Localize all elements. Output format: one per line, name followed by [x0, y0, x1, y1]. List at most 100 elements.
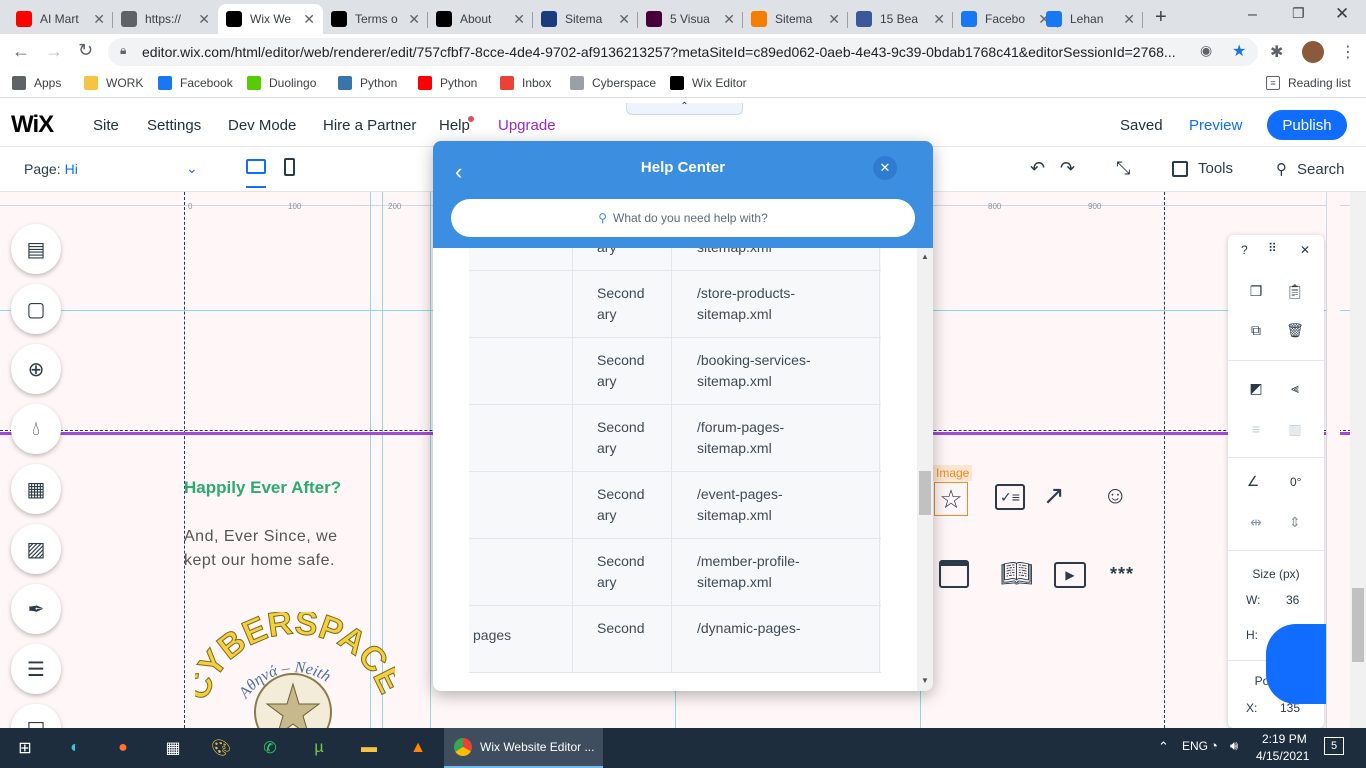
chat-bubble-button[interactable]: [1266, 624, 1326, 704]
chevron-down-icon[interactable]: ⌄: [186, 160, 198, 177]
paste-icon[interactable]: 📋︎: [1284, 280, 1306, 302]
paint-icon[interactable]: 🎨︎: [206, 734, 236, 762]
tab-close-icon[interactable]: ✕: [303, 11, 315, 28]
tab-close-icon[interactable]: ✕: [933, 11, 945, 28]
taskbar-chrome-window[interactable]: Wix Website Editor ...: [444, 728, 603, 768]
reload-icon[interactable]: ↻: [78, 40, 93, 61]
edge-icon[interactable]: ◐: [60, 734, 90, 762]
tab-close-icon[interactable]: ✕: [618, 11, 630, 28]
page-scroll-thumb[interactable]: [1352, 588, 1364, 662]
wix-logo[interactable]: WiX: [11, 111, 54, 139]
section-heading[interactable]: Happily Ever After?: [184, 478, 341, 498]
bookmark-item[interactable]: Duolingo: [247, 76, 316, 90]
bookmark-item[interactable]: Apps: [12, 76, 61, 90]
distribute-icon[interactable]: ≡: [1245, 418, 1267, 440]
rotation-value[interactable]: 0°: [1290, 475, 1301, 489]
browser-tab[interactable]: Terms o ✕: [323, 4, 428, 34]
browser-tab[interactable]: 5 Visua ✕: [638, 4, 743, 34]
bookmark-item[interactable]: Cyberspace: [570, 76, 656, 90]
avatar[interactable]: [1302, 41, 1324, 63]
zoom-out-icon[interactable]: ⤡: [1116, 158, 1130, 179]
browser-tab[interactable]: https:// ✕: [113, 4, 218, 34]
wifi-icon[interactable]: ◔: [1210, 738, 1218, 753]
close-icon[interactable]: ✕: [873, 156, 897, 180]
browser-tab[interactable]: About ✕: [428, 4, 533, 34]
tab-close-icon[interactable]: ✕: [828, 11, 840, 28]
section-body-text[interactable]: And, Ever Since, we kept our home safe.: [184, 525, 374, 573]
tab-close-icon[interactable]: ✕: [198, 11, 210, 28]
windows-start-icon[interactable]: ⊞: [10, 734, 40, 762]
copy-icon[interactable]: ❐: [1245, 280, 1267, 302]
flip-vertical-icon[interactable]: ⇕: [1284, 511, 1306, 533]
match-size-icon[interactable]: ▥: [1284, 418, 1306, 440]
menu-help[interactable]: Help: [439, 117, 470, 134]
bookmark-item[interactable]: Wix Editor: [670, 76, 747, 90]
duplicate-icon[interactable]: ⧉: [1245, 319, 1267, 341]
cyberspace-logo[interactable]: CYBERSPACE Αθηνά – Νeith: [177, 603, 410, 728]
star-outline-icon[interactable]: ☆: [934, 482, 968, 516]
tools-button[interactable]: Tools: [1172, 160, 1233, 177]
kebab-menu-icon[interactable]: ⋮: [1340, 42, 1356, 62]
add-elements-icon[interactable]: ⊕: [11, 344, 61, 394]
arrange-icon[interactable]: ◩: [1245, 377, 1267, 399]
blog-pen-icon[interactable]: ✒: [11, 584, 61, 634]
store-icon[interactable]: [939, 560, 969, 588]
back-arrow-icon[interactable]: ←: [12, 41, 30, 62]
browser-tab[interactable]: Sitema ✕: [743, 4, 848, 34]
tab-close-icon[interactable]: ✕: [408, 11, 420, 28]
checklist-icon[interactable]: ✓≡: [995, 484, 1025, 510]
background-icon[interactable]: ▢: [11, 284, 61, 334]
password-icon[interactable]: ***: [1110, 564, 1134, 585]
page-selector[interactable]: Page: Hi: [24, 161, 78, 177]
design-icon[interactable]: 💧︎: [11, 404, 61, 454]
tray-chevron-icon[interactable]: ⌃: [1158, 739, 1169, 755]
scroll-up-arrow-icon[interactable]: ▲: [921, 252, 929, 261]
scroll-down-arrow-icon[interactable]: ▼: [921, 676, 929, 685]
help-search-input[interactable]: ⚲ What do you need help with?: [451, 199, 915, 237]
browser-tab[interactable]: Lehan ✕: [1038, 4, 1143, 34]
calculator-icon[interactable]: ▦: [158, 734, 188, 762]
utorrent-icon[interactable]: µ: [304, 734, 334, 762]
publish-button[interactable]: Publish: [1267, 110, 1347, 140]
undo-icon[interactable]: ↶: [1030, 158, 1045, 179]
open-book-icon[interactable]: 📖︎: [1000, 558, 1033, 589]
rotate-angle-icon[interactable]: ∠: [1242, 470, 1264, 492]
extensions-icon[interactable]: ✱: [1270, 42, 1283, 62]
tab-close-icon[interactable]: ✕: [93, 11, 105, 28]
collapse-tab[interactable]: ⌃: [626, 102, 743, 115]
vlc-icon[interactable]: ▲: [403, 734, 433, 762]
maximize-button[interactable]: ❐: [1292, 5, 1305, 22]
clock-date[interactable]: 4/15/2021: [1256, 749, 1309, 763]
volume-icon[interactable]: 🔊︎: [1230, 738, 1238, 754]
search-button[interactable]: ⚲ Search: [1276, 160, 1345, 179]
media-icon[interactable]: ▨: [11, 524, 61, 574]
browser-tab[interactable]: 15 Bea ✕: [848, 4, 953, 34]
browser-tab[interactable]: Wix We ✕: [218, 4, 323, 34]
add-apps-icon[interactable]: ▦: [11, 464, 61, 514]
bookmark-item[interactable]: Inbox: [500, 76, 551, 90]
preview-button[interactable]: Preview: [1189, 117, 1242, 134]
tab-close-icon[interactable]: ✕: [513, 11, 525, 28]
tab-close-icon[interactable]: ✕: [1123, 11, 1135, 28]
scroll-thumb[interactable]: [919, 471, 931, 515]
drag-handle-icon[interactable]: ⠿: [1268, 241, 1277, 255]
user-check-icon[interactable]: ☺: [1103, 482, 1128, 510]
align-icon[interactable]: ⫷: [1284, 377, 1306, 399]
new-tab-button[interactable]: +: [1155, 6, 1167, 29]
forward-arrow-icon[interactable]: →: [45, 41, 63, 62]
browser-tab[interactable]: AI Mart ✕: [8, 4, 113, 34]
menu-settings[interactable]: Settings: [147, 117, 201, 134]
address-bar[interactable]: 🔒︎ editor.wix.com/html/editor/web/render…: [108, 38, 1258, 66]
tab-close-icon[interactable]: ✕: [723, 11, 735, 28]
delete-icon[interactable]: 🗑︎: [1284, 319, 1306, 341]
page-scrollbar[interactable]: [1350, 192, 1366, 728]
whatsapp-icon[interactable]: ✆: [255, 734, 285, 762]
video-playlist-icon[interactable]: ▶: [1054, 562, 1086, 588]
clock-time[interactable]: 2:19 PM: [1262, 732, 1307, 746]
bookmark-item[interactable]: WORK: [84, 76, 143, 90]
content-manager-icon[interactable]: ☰: [11, 644, 61, 694]
bookmark-item[interactable]: Python: [418, 76, 477, 90]
mobile-view-icon[interactable]: [284, 158, 295, 176]
firefox-icon[interactable]: ●: [108, 734, 138, 762]
browser-tab[interactable]: Sitema ✕: [533, 4, 638, 34]
